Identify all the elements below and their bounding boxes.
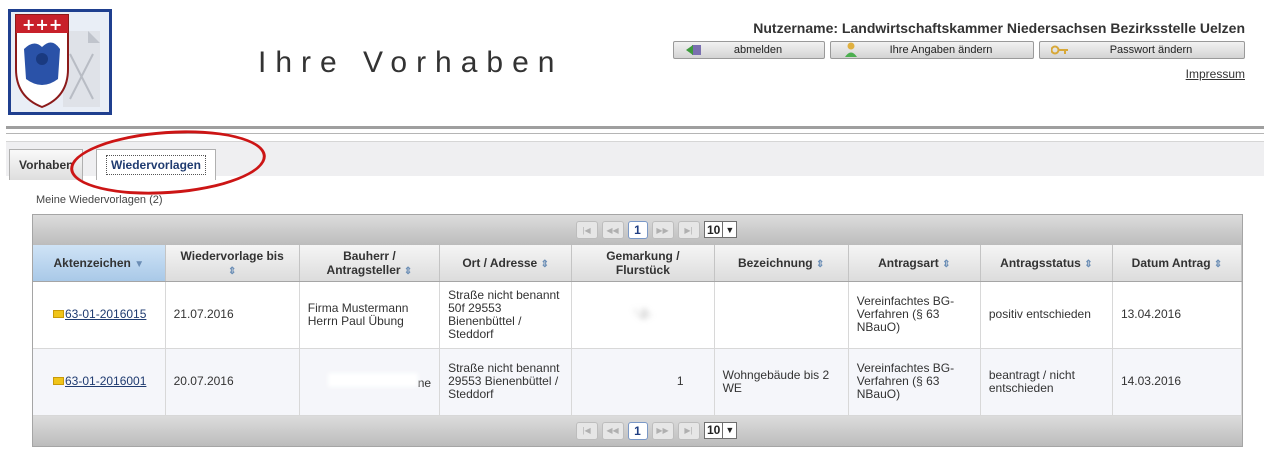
change-profile-button[interactable]: Ihre Angaben ändern (830, 41, 1034, 59)
rows-per-page-select[interactable]: 10 ▼ (704, 421, 738, 439)
sort-icon: ⇕ (540, 258, 549, 270)
cell-bezeichnung (714, 281, 849, 349)
current-page[interactable]: 1 (627, 421, 648, 440)
col-header-antragsart[interactable]: Antragsart ⇕ (848, 245, 981, 282)
cell-gemarkung: 1 (571, 348, 715, 416)
cell-bauherr: ne (299, 348, 441, 416)
col-header-gemarkung: Gemarkung / Flurstück (571, 245, 715, 282)
col-header-antragsstatus[interactable]: Antragsstatus ⇕ (980, 245, 1113, 282)
coat-of-arms-logo: +++ (8, 9, 112, 115)
folder-icon (53, 377, 64, 385)
col-header-bezeichnung[interactable]: Bezeichnung ⇕ (714, 245, 849, 282)
logout-label: abmelden (733, 44, 783, 56)
pager-top: |◀ ◀◀ 1 ▶▶ ▶| 10 ▼ (33, 215, 1242, 245)
key-icon (1050, 42, 1070, 58)
col-header-ort[interactable]: Ort / Adresse ⇕ (439, 245, 573, 282)
highlight-annotation (68, 124, 268, 201)
sort-icon: ⇕ (403, 265, 413, 277)
first-page-button[interactable]: |◀ (575, 421, 598, 440)
chevron-down-icon: ▼ (722, 422, 736, 438)
impressum-link[interactable]: Impressum (1186, 67, 1245, 81)
next-page-button[interactable]: ▶▶ (651, 221, 674, 239)
header-divider (6, 126, 1264, 129)
cell-antragsart: Vereinfachtes BG-Verfahren (§ 63 NBauO) (848, 348, 981, 416)
change-profile-label: Ihre Angaben ändern (889, 44, 993, 56)
sort-desc-icon: ▼ (134, 258, 145, 270)
change-password-button[interactable]: Passwort ändern (1039, 41, 1245, 59)
change-password-label: Passwort ändern (1109, 44, 1193, 56)
cell-datum: 13.04.2016 (1112, 281, 1243, 349)
cell-wiedervorlage: 20.07.2016 (165, 348, 300, 416)
cell-datum: 14.03.2016 (1112, 348, 1243, 416)
aktenzeichen-link[interactable]: 63-01-2016001 (65, 374, 146, 388)
table-row: 63-01-2016015 21.07.2016 Firma Musterman… (33, 281, 1243, 349)
redaction-blur (327, 373, 418, 387)
cell-status: beantragt / nicht entschieden (980, 348, 1113, 416)
rows-per-page-select[interactable]: 10 ▼ (704, 221, 738, 238)
prev-page-button[interactable]: ◀◀ (601, 421, 624, 440)
next-page-button[interactable]: ▶▶ (651, 421, 674, 440)
logout-button[interactable]: abmelden (673, 41, 825, 59)
last-page-button[interactable]: ▶| (677, 421, 700, 440)
logout-icon (684, 42, 704, 58)
rows-per-page-value: 10 (707, 222, 721, 237)
last-page-button[interactable]: ▶| (677, 221, 700, 239)
cell-bauherr: Firma Mustermann Herrn Paul Übung (299, 281, 441, 349)
redacted-value: ne (417, 376, 432, 390)
current-page[interactable]: 1 (627, 221, 648, 239)
sort-icon: ⇕ (1084, 258, 1093, 270)
cell-status: positiv entschieden (980, 281, 1113, 349)
rows-per-page-value: 10 (707, 423, 721, 437)
redacted-value: '-2- (634, 307, 652, 321)
col-header-datum[interactable]: Datum Antrag ⇕ (1112, 245, 1243, 282)
list-caption: Meine Wiedervorlagen (2) (36, 194, 163, 206)
cell-aktenzeichen: 63-01-2016015 (33, 281, 166, 349)
prev-page-button[interactable]: ◀◀ (601, 221, 624, 239)
page-title: Ihre Vorhaben (258, 46, 564, 79)
col-header-aktenzeichen[interactable]: Aktenzeichen ▼ (33, 245, 166, 282)
folder-icon (53, 310, 64, 318)
cell-bezeichnung: Wohngebäude bis 2 WE (714, 348, 849, 416)
col-header-bauherr[interactable]: Bauherr / Antragsteller ⇕ (299, 245, 441, 282)
table-row: 63-01-2016001 20.07.2016 ne Straße nicht… (33, 348, 1243, 416)
cell-gemarkung: '-2- (571, 281, 715, 349)
table-header-row: Aktenzeichen ▼ Wiedervorlage bis ⇕ Bauher… (33, 245, 1243, 282)
pager-bottom: |◀ ◀◀ 1 ▶▶ ▶| 10 ▼ (33, 415, 1242, 446)
cell-aktenzeichen: 63-01-2016001 (33, 348, 166, 416)
wiedervorlagen-grid: |◀ ◀◀ 1 ▶▶ ▶| 10 ▼ Aktenzeichen ▼ Wieder… (32, 214, 1243, 447)
sort-icon: ⇕ (1213, 258, 1223, 270)
cell-wiedervorlage: 21.07.2016 (165, 281, 300, 349)
first-page-button[interactable]: |◀ (575, 221, 598, 239)
col-header-wiedervorlage[interactable]: Wiedervorlage bis ⇕ (165, 245, 300, 282)
redacted-value: 1 (676, 374, 684, 388)
sort-icon: ⇕ (815, 258, 825, 270)
cell-antragsart: Vereinfachtes BG-Verfahren (§ 63 NBauO) (848, 281, 981, 349)
chevron-down-icon: ▼ (722, 222, 736, 237)
svg-text:+++: +++ (22, 15, 62, 34)
sort-icon: ⇕ (942, 258, 951, 270)
sort-icon: ⇕ (227, 265, 237, 277)
cell-ort: Straße nicht benannt 29553 Bienenbüttel … (439, 348, 573, 416)
results-table: Aktenzeichen ▼ Wiedervorlage bis ⇕ Bauher… (33, 245, 1243, 416)
username-label: Nutzername: Landwirtschaftskammer Nieder… (753, 20, 1245, 36)
tab-vorhaben-label: Vorhaben (19, 158, 74, 172)
aktenzeichen-link[interactable]: 63-01-2016015 (65, 307, 146, 321)
cell-ort: Straße nicht benannt 50f 29553 Bienenbüt… (439, 281, 573, 349)
user-icon (841, 42, 861, 58)
